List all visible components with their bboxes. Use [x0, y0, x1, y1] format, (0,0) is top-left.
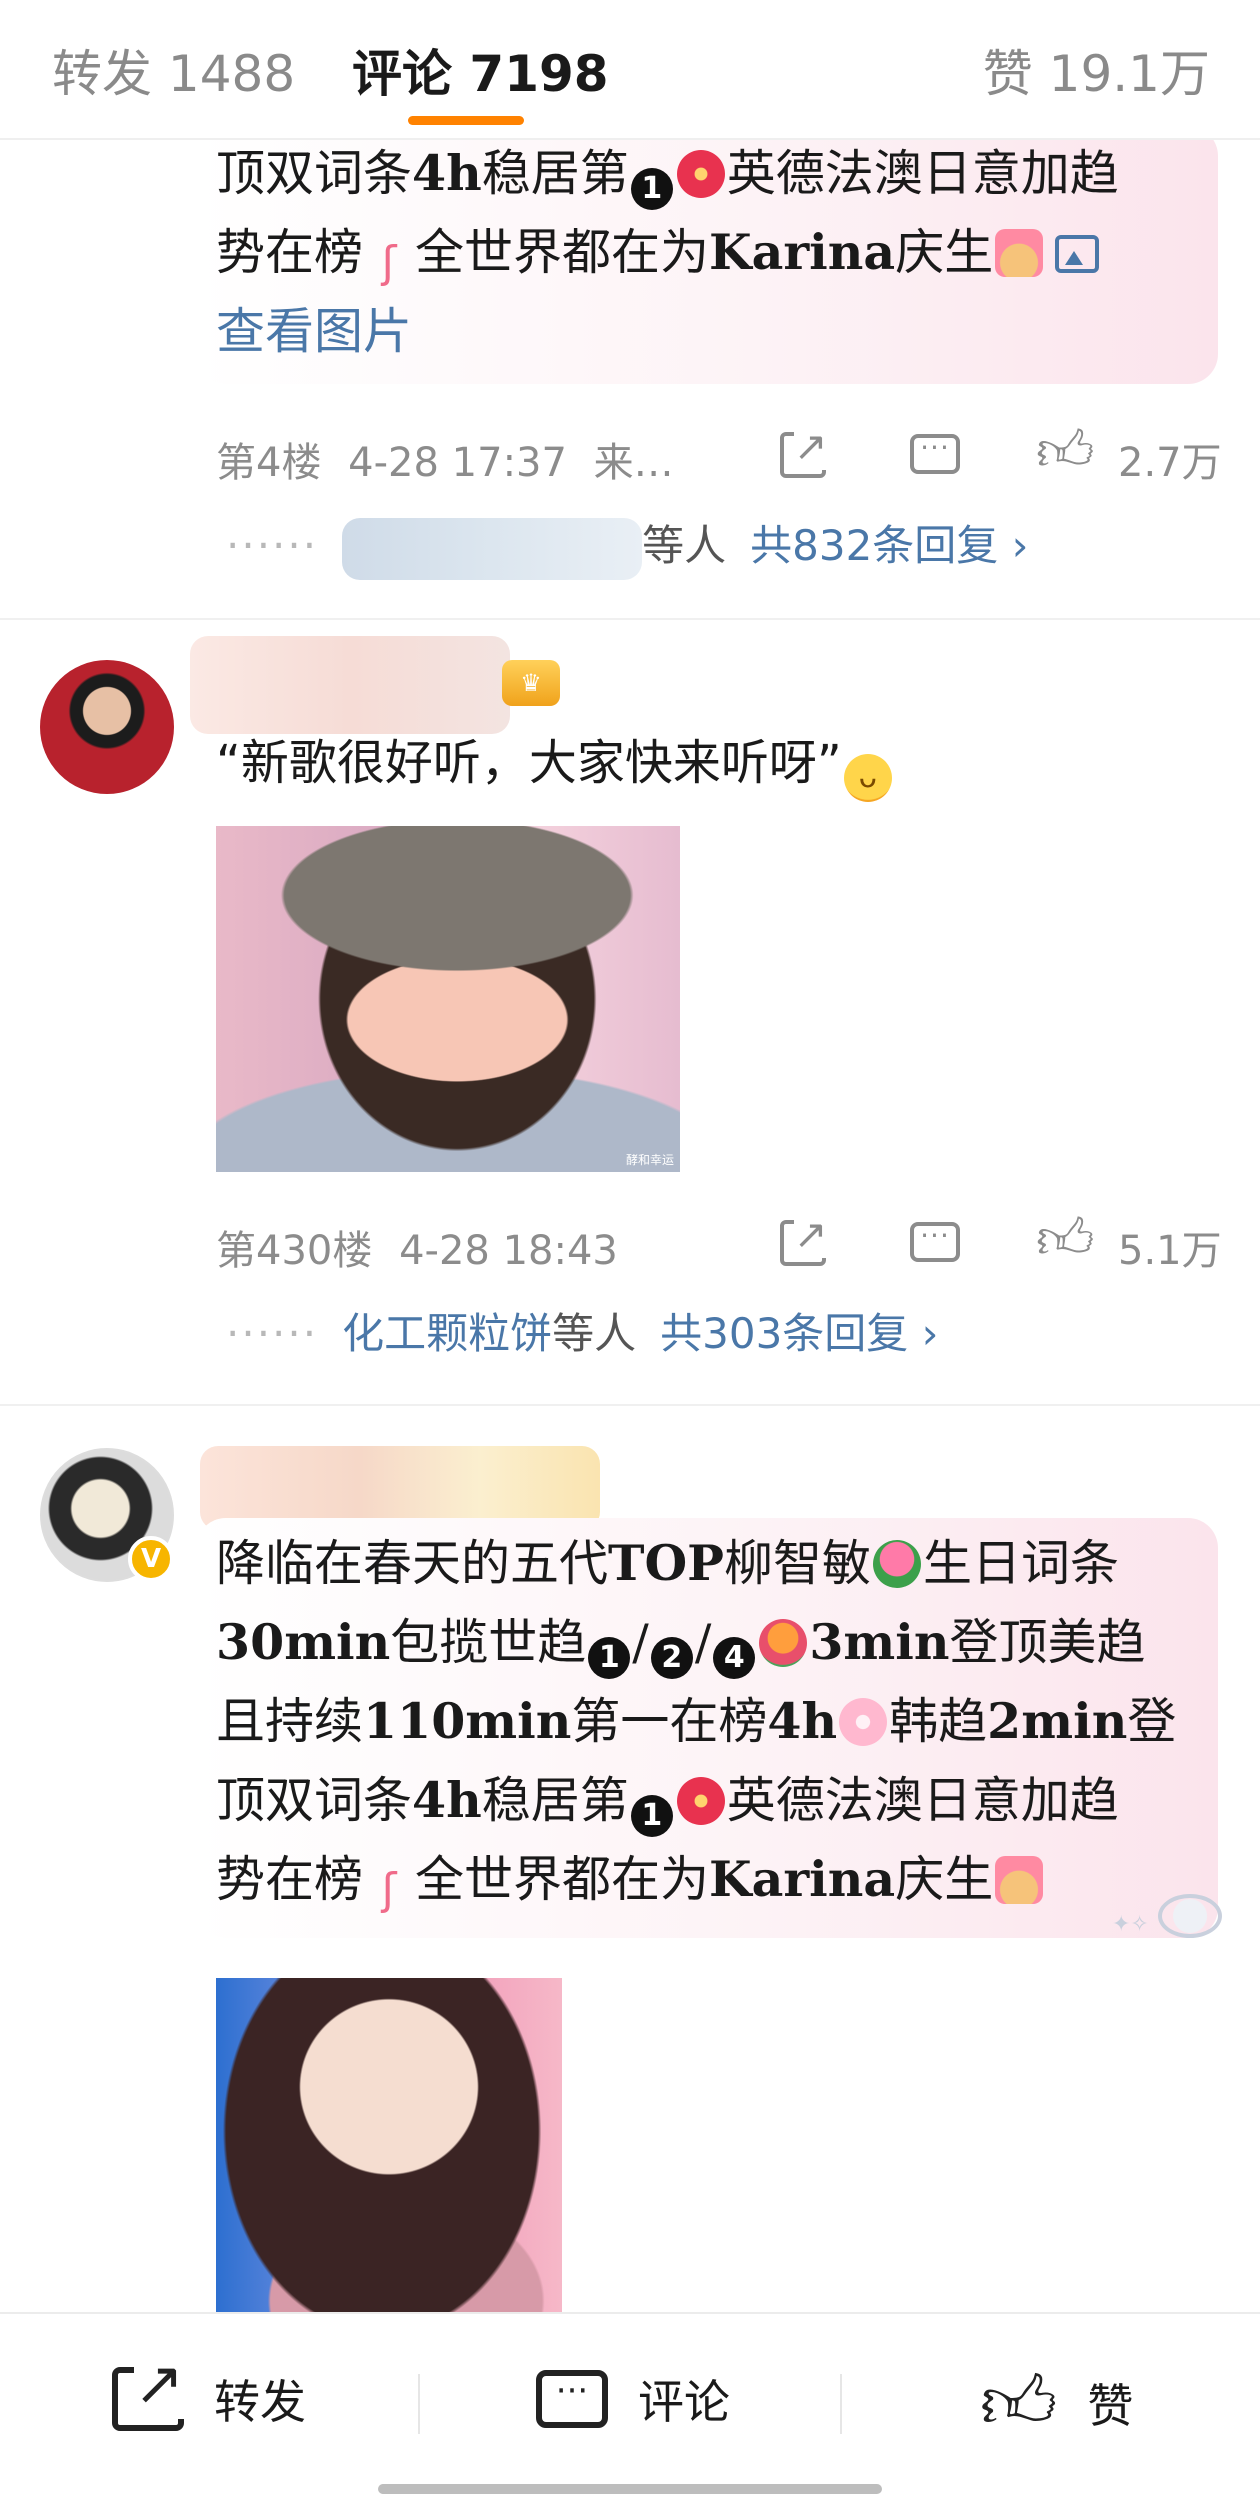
comment-text-line: 顶双词条4h稳居第 1 英德法澳日意加趋 [216, 134, 1198, 213]
share-icon[interactable] [780, 1212, 828, 1266]
number-two-emoji: 2 [650, 1637, 693, 1679]
comment-meta: 第4楼 4-28 17:37 来… [216, 430, 674, 488]
comment-icon[interactable]: ··· [910, 1222, 960, 1262]
floor-number: 第430楼 [216, 1228, 373, 1274]
verified-badge-icon: V [128, 1536, 174, 1582]
divider [0, 618, 1260, 620]
comment-time: 4-28 18:43 [399, 1228, 618, 1274]
star-decoration-icon: ✦✧ [1112, 1912, 1149, 1937]
cake-emoji [995, 1856, 1044, 1904]
share-button[interactable]: 转发 [112, 2349, 306, 2432]
tab-bar: 转发 1488 评论 7198 赞 19.1万 [0, 0, 1260, 140]
comment-photo[interactable]: 酵和幸运 [216, 826, 680, 1172]
dots-icon: ······ [226, 521, 319, 570]
cherry-blossom-emoji [839, 1698, 888, 1746]
number-one-emoji: 1 [588, 1637, 631, 1679]
bottom-action-bar: 转发 ··· 评论 👍︎ 赞 [0, 2312, 1260, 2500]
home-indicator[interactable] [378, 2484, 882, 2494]
planet-ring-icon [1158, 1894, 1222, 1938]
hibiscus-emoji [676, 1777, 725, 1825]
image-icon [1055, 235, 1100, 273]
cake-emoji [995, 229, 1044, 277]
comment-text-line: 势在榜 ʃ 全世界都在为Karina庆生 [216, 213, 1198, 292]
comment-source: 来… [593, 440, 674, 486]
like-icon[interactable]: 👍︎ [1036, 1212, 1095, 1268]
comment-text-line: 降临在春天的五代TOP柳智敏 生日词条 [216, 1534, 1120, 1592]
comment-icon[interactable]: ··· [910, 434, 960, 474]
tab-like[interactable]: 赞 19.1万 [983, 34, 1210, 106]
comment-bubble: 降临在春天的五代TOP柳智敏 生日词条 30min包揽世趋 1/2/4 3min登顶美… [196, 1518, 1218, 1938]
tulip-emoji [873, 1540, 922, 1588]
reply-summary[interactable]: ······ 化工颗粒饼等人 共303条回复 › [226, 1300, 938, 1361]
share-icon[interactable] [780, 424, 828, 478]
blurred-username[interactable] [190, 636, 510, 734]
comment-text-line: 且持续110min第一在榜4h 韩趋2min登 [216, 1692, 1177, 1750]
like-button[interactable]: 👍︎ 赞 [980, 2366, 1133, 2440]
hibiscus-emoji [676, 150, 725, 198]
tab-repost[interactable]: 转发 1488 [52, 34, 295, 106]
comment-button[interactable]: ··· 评论 [536, 2366, 730, 2432]
reply-username[interactable]: 化工颗粒饼 [342, 1309, 552, 1358]
reply-total-link[interactable]: 共303条回复 › [660, 1309, 938, 1358]
comment-icon: ··· [536, 2370, 608, 2428]
number-one-emoji: 1 [630, 168, 673, 210]
floor-number: 第4楼 [216, 440, 322, 486]
comment-text-line: 顶双词条4h稳居第 1 英德法澳日意加趋 [216, 1761, 1198, 1840]
divider [0, 1404, 1260, 1406]
bouquet-emoji [759, 1619, 808, 1667]
flamingo-emoji: ʃ [381, 1864, 397, 1915]
comment-bubble: 顶双词条4h稳居第 1 英德法澳日意加趋 势在榜 ʃ 全世界都在为Karina庆生 查看… [196, 126, 1218, 384]
reply-total-link[interactable]: 共832条回复 › [750, 521, 1028, 570]
number-one-emoji: 1 [630, 1795, 673, 1837]
number-four-emoji: 4 [713, 1637, 756, 1679]
crown-badge-icon: ♛ [502, 660, 560, 706]
like-count: 5.1万 [1118, 1228, 1222, 1274]
active-tab-indicator [408, 116, 524, 125]
comment-text: “新歌很好听，大家快来听呀” ᴗ [216, 728, 894, 802]
comment-text-line: 势在榜 ʃ 全世界都在为Karina庆生 [216, 1840, 1198, 1919]
like-icon[interactable]: 👍︎ [1036, 424, 1095, 480]
dots-icon: ······ [226, 1309, 319, 1358]
blurred-username [342, 517, 643, 580]
comment-text-line: 30min包揽世趋 1/2/4 3min登顶美趋 [216, 1603, 1198, 1682]
reply-summary[interactable]: ······ 等人 共832条回复 › [226, 512, 1028, 580]
view-image-link[interactable]: 查看图片 [216, 292, 1198, 371]
flamingo-emoji: ʃ [381, 237, 397, 288]
comment-time: 4-28 17:37 [348, 440, 567, 486]
planet-decoration-icon: ✦✧ [1112, 1888, 1232, 1948]
divider [840, 2374, 842, 2434]
photo-watermark: 酵和幸运 [625, 1153, 674, 1167]
tab-comment[interactable]: 评论 7198 [352, 34, 609, 106]
thumbs-up-icon: 👍︎ [980, 2360, 1058, 2446]
laughing-emoji: ᴗ [843, 754, 892, 802]
share-icon [112, 2349, 185, 2431]
divider [418, 2374, 420, 2434]
comment-meta: 第430楼 4-28 18:43 [216, 1218, 618, 1276]
comment-photo[interactable] [216, 1978, 562, 2318]
like-count: 2.7万 [1118, 440, 1222, 486]
avatar[interactable] [40, 660, 174, 794]
